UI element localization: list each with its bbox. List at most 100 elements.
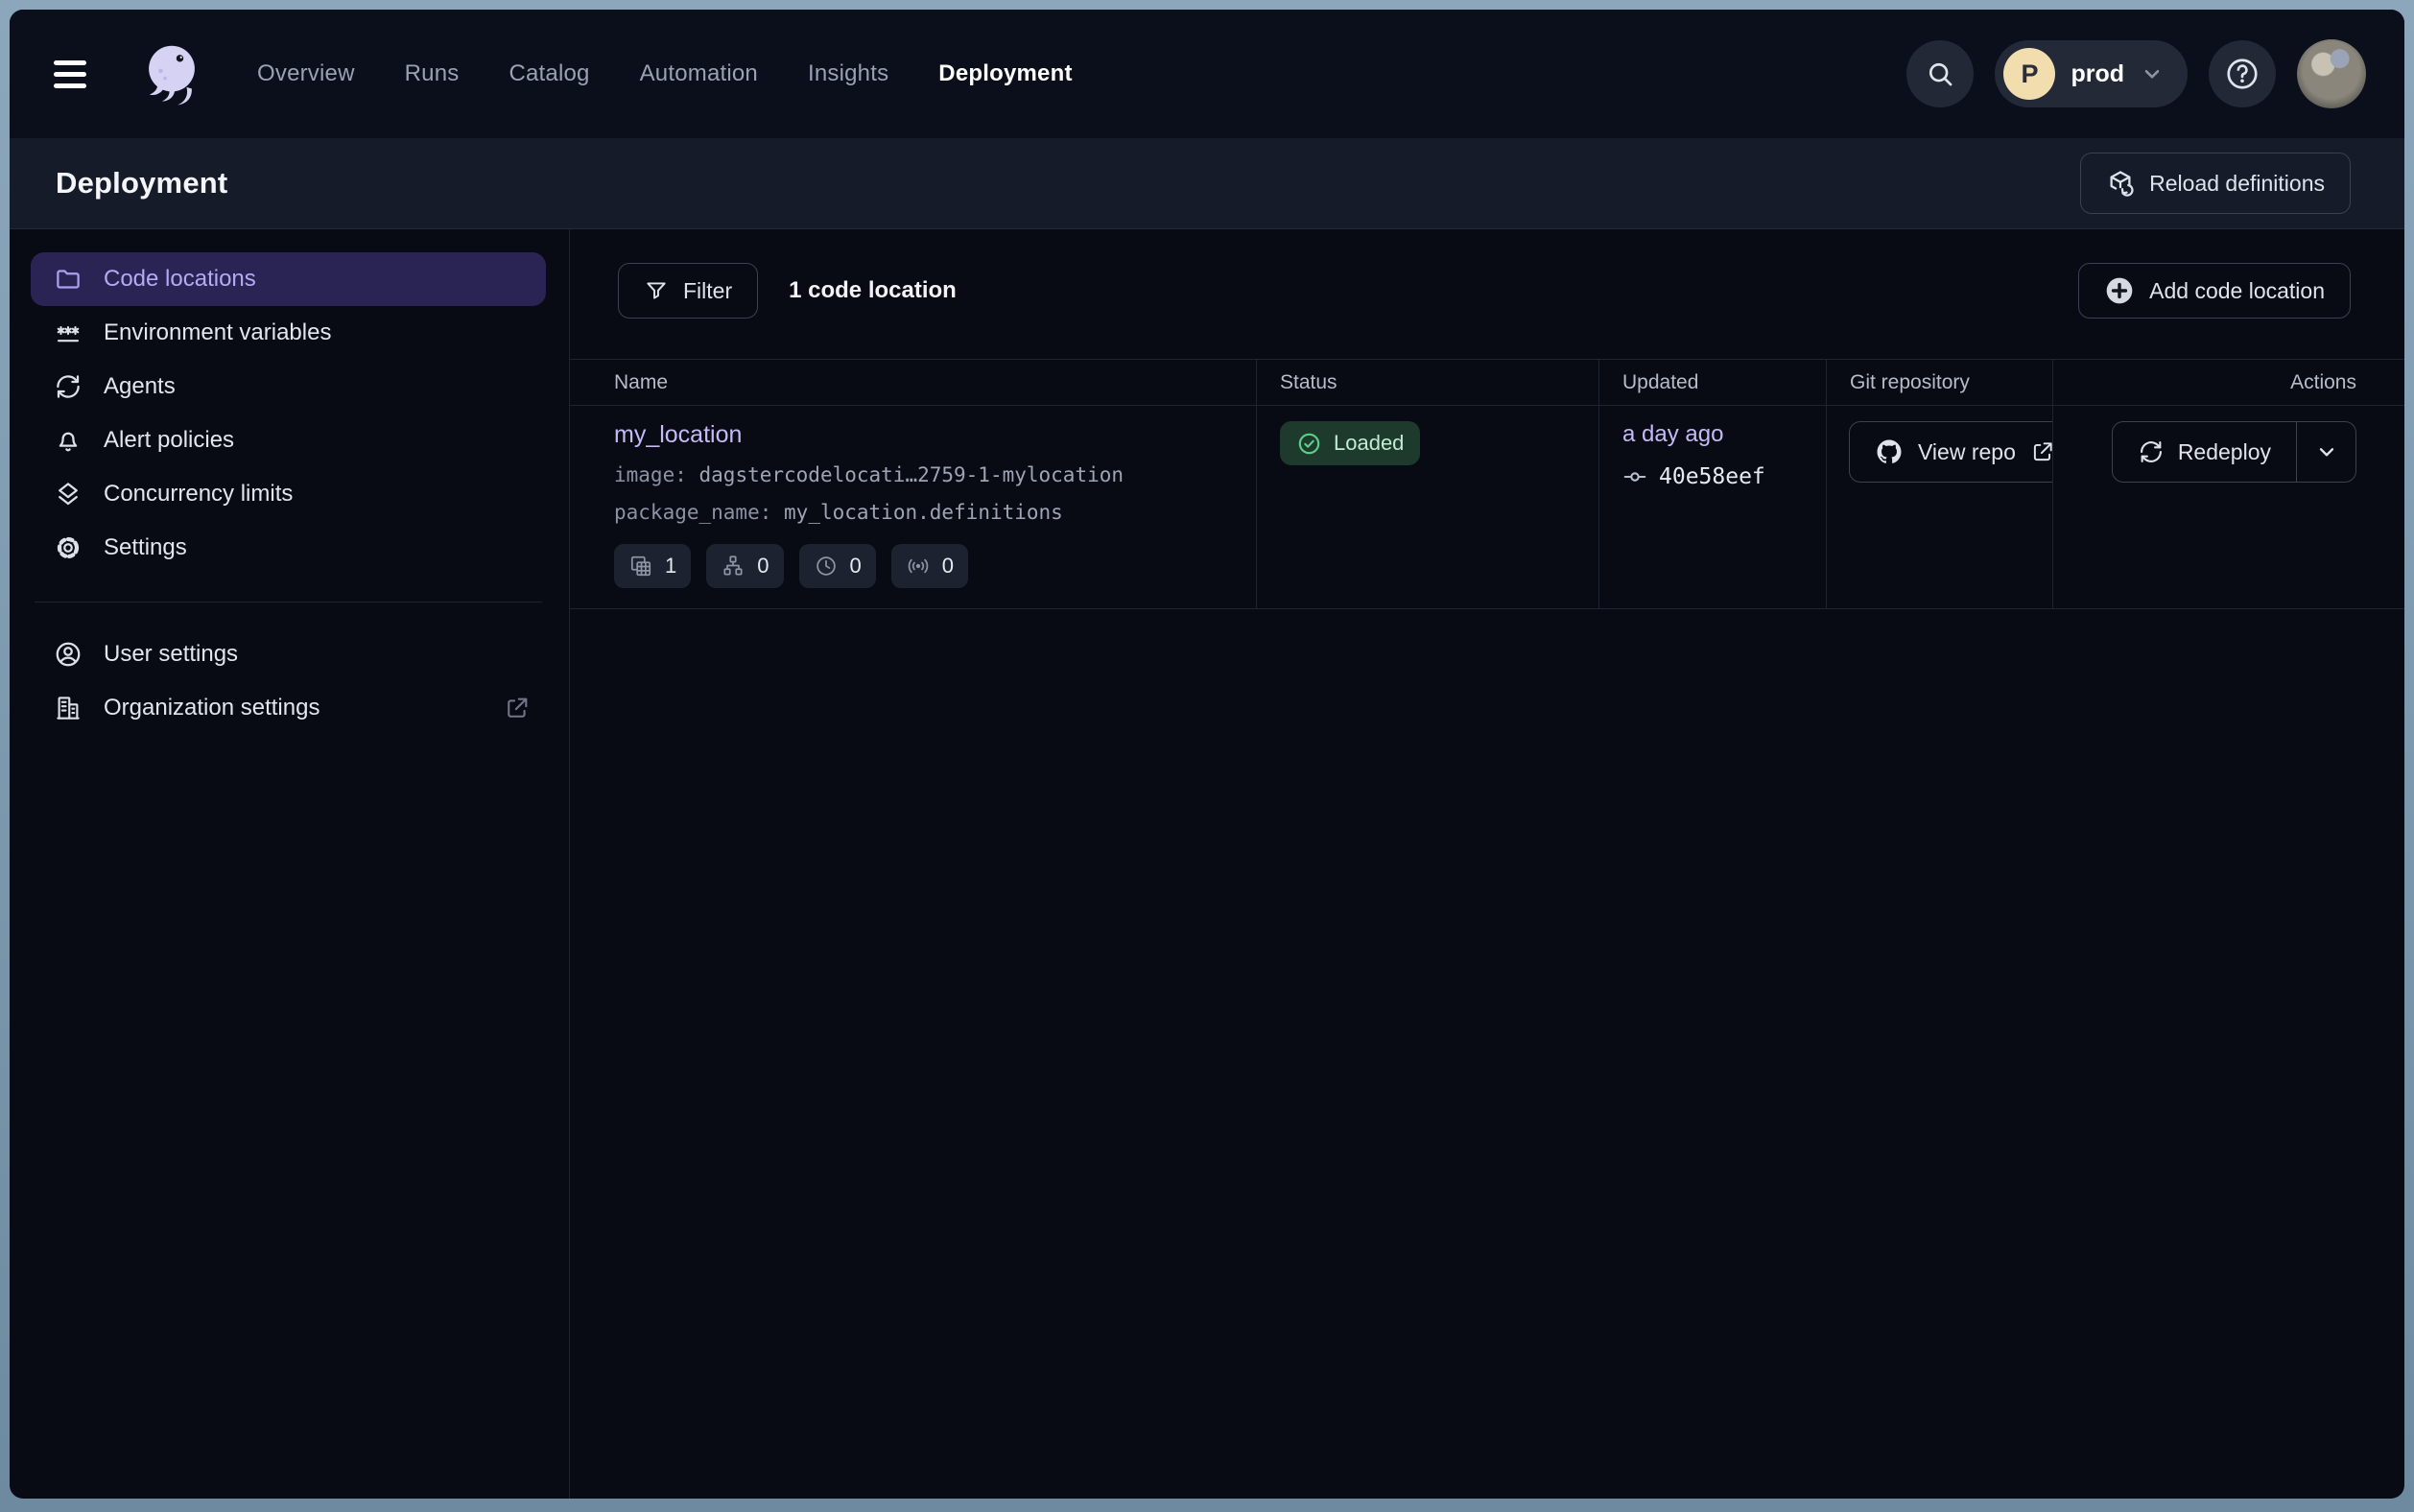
view-repo-label: View repo [1918,439,2016,465]
schedules-count-pill[interactable]: 0 [799,544,876,588]
dagster-logo[interactable] [136,38,207,109]
gear-icon [54,533,83,562]
redeploy-button[interactable]: Redeploy [2113,422,2296,482]
sensors-icon [906,554,931,579]
refresh-icon [54,372,83,401]
filter-label: Filter [683,278,732,304]
hamburger-icon[interactable] [54,53,96,95]
user-circle-icon [54,640,83,669]
funnel-icon [644,278,669,303]
page-title: Deployment [56,166,227,201]
nav-item-automation[interactable]: Automation [640,60,758,87]
sidebar-item-concurrency-limits[interactable]: Concurrency limits [31,467,546,521]
column-header-git-repository: Git repository [1826,360,2052,406]
sidebar-item-label: Agents [104,373,176,400]
help-icon [2224,56,2260,92]
redeploy-split-button: Redeploy [2112,421,2356,483]
assets-count-pill[interactable]: 1 [614,544,691,588]
commit-hash: 40e58eef [1659,464,1765,489]
column-header-name: Name [570,360,1256,406]
reload-definitions-button[interactable]: Reload definitions [2080,153,2351,214]
schedules-count: 0 [850,554,862,579]
filter-button[interactable]: Filter [618,263,758,319]
status-label: Loaded [1334,431,1404,456]
jobs-icon [721,554,746,579]
view-repo-button[interactable]: View repo [1849,421,2052,483]
assets-icon [628,554,653,579]
sensors-count: 0 [942,554,954,579]
add-code-location-button[interactable]: Add code location [2078,263,2351,319]
nav-item-deployment[interactable]: Deployment [938,60,1072,87]
reload-definitions-label: Reload definitions [2149,171,2325,197]
sidebar-item-alert-policies[interactable]: Alert policies [31,413,546,467]
sidebar-item-organization-settings[interactable]: Organization settings [31,681,546,735]
name-cell: my_location image: dagstercodelocati…275… [570,406,1256,609]
definition-counts: 1 0 [614,544,1233,588]
updated-time-link[interactable]: a day ago [1622,421,1723,448]
sensors-count-pill[interactable]: 0 [891,544,968,588]
column-header-actions: Actions [2052,360,2404,406]
code-location-count: 1 code location [789,277,957,304]
help-button[interactable] [2209,40,2276,107]
sidebar-item-environment-variables[interactable]: Environment variables [31,306,546,360]
user-avatar[interactable] [2297,39,2366,108]
sidebar-item-label: Alert policies [104,427,234,454]
commit-row[interactable]: 40e58eef [1622,464,1826,489]
search-button[interactable] [1906,40,1974,107]
sidebar-item-label: Organization settings [104,695,320,721]
updated-cell: a day ago 40e58eef [1598,406,1826,609]
chevron-down-icon [2314,439,2339,464]
nav-item-overview[interactable]: Overview [257,60,355,87]
redeploy-label: Redeploy [2178,439,2271,465]
bell-icon [54,426,83,455]
sidebar-item-label: Settings [104,534,187,561]
external-link-icon [2030,439,2052,464]
jobs-count-pill[interactable]: 0 [706,544,783,588]
plus-circle-icon [2104,275,2135,306]
code-locations-table: Name Status Updated Git repository Actio… [570,359,2404,609]
deployment-switcher[interactable]: P prod [1995,40,2188,107]
nav-item-catalog[interactable]: Catalog [509,60,589,87]
add-code-location-label: Add code location [2149,278,2325,304]
sidebar-item-label: Concurrency limits [104,481,293,508]
env-vars-icon [54,319,83,347]
deployment-sidebar: Code locations Environment variables [10,229,570,1499]
layers-icon [54,480,83,508]
code-locations-toolbar: Filter 1 code location Add code location [618,263,2351,319]
refresh-icon [2138,438,2165,465]
screenshot-frame: Overview Runs Catalog Automation Insight… [0,0,2414,1512]
git-repository-cell: View repo [1826,406,2052,609]
sidebar-item-label: User settings [104,641,238,668]
package-line: package_name: my_location.definitions [614,501,1233,524]
deployment-name: prod [2071,60,2124,88]
image-line: image: dagstercodelocati…2759-1-mylocati… [614,463,1233,486]
folder-icon [54,265,83,294]
main-panel: Filter 1 code location Add code location [570,229,2404,1499]
search-icon [1925,59,1955,89]
sidebar-item-settings[interactable]: Settings [31,521,546,575]
sidebar-item-code-locations[interactable]: Code locations [31,252,546,306]
image-value: dagstercodelocati…2759-1-mylocation [699,463,1124,486]
github-icon [1875,437,1904,466]
assets-count: 1 [665,554,676,579]
nav-item-insights[interactable]: Insights [808,60,888,87]
page-header: Deployment Reload definitions [10,138,2404,229]
reload-definitions-icon [2106,169,2135,198]
check-circle-icon [1296,431,1322,457]
actions-cell: Redeploy [2052,406,2404,609]
nav-item-runs[interactable]: Runs [405,60,460,87]
column-header-status: Status [1256,360,1598,406]
building-icon [54,694,83,722]
git-commit-icon [1622,464,1647,489]
primary-nav: Overview Runs Catalog Automation Insight… [257,60,1073,87]
sidebar-item-user-settings[interactable]: User settings [31,627,546,681]
sidebar-item-agents[interactable]: Agents [31,360,546,413]
top-nav: Overview Runs Catalog Automation Insight… [10,10,2404,138]
redeploy-menu-button[interactable] [2296,422,2355,482]
deployment-initial-badge: P [2003,48,2055,100]
status-badge: Loaded [1280,421,1420,465]
code-location-link[interactable]: my_location [614,421,742,449]
sidebar-item-label: Environment variables [104,319,331,346]
jobs-count: 0 [757,554,769,579]
nav-right-cluster: P prod [1906,39,2366,108]
